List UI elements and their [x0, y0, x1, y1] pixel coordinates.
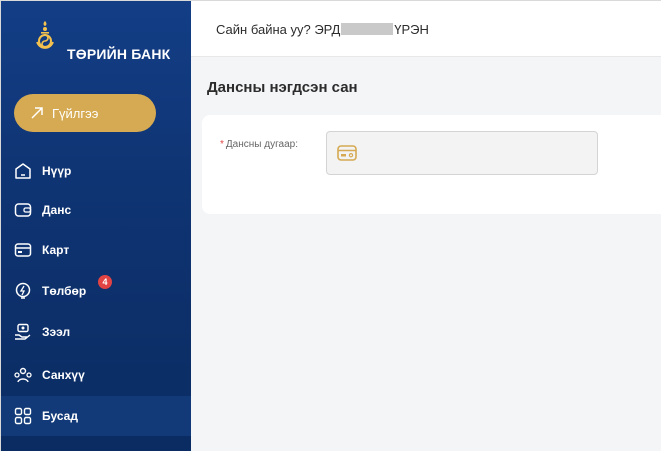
- sidebar-item-other[interactable]: Бусад: [1, 396, 191, 436]
- sidebar-item-payments[interactable]: Төлбөр 4: [1, 271, 191, 311]
- sidebar-item-label: Данс: [42, 203, 72, 217]
- lightbulb-icon: [15, 282, 31, 299]
- home-icon: [15, 163, 31, 179]
- sidebar-item-home[interactable]: Нүүр: [1, 151, 191, 191]
- topbar: Сайн байна уу? ЭРД ҮРЭН: [191, 1, 661, 57]
- sidebar-item-label: Зээл: [42, 325, 71, 339]
- greeting-prefix: Сайн байна уу? ЭРД: [216, 22, 341, 37]
- arrow-up-right-icon: [31, 107, 43, 119]
- redacted-name: [341, 23, 394, 35]
- account-number-label: * Дансны дугаар:: [220, 139, 298, 150]
- account-number-select[interactable]: [326, 131, 598, 175]
- notification-badge: 4: [98, 275, 112, 289]
- finance-users-icon: [14, 367, 32, 383]
- greeting-suffix: ҮРЭН: [394, 22, 429, 37]
- grid-icon: [14, 407, 32, 425]
- required-mark: *: [220, 139, 224, 150]
- sidebar-item-accounts[interactable]: Данс: [1, 190, 191, 230]
- soyombo-logo-icon: [36, 21, 54, 49]
- card-icon: [337, 145, 357, 161]
- page-title: Дансны нэгдсэн сан: [207, 79, 358, 96]
- transfer-button[interactable]: Гүйлгээ: [14, 94, 156, 132]
- sidebar-item-label: Төлбөр: [42, 284, 87, 298]
- brand-name: ТӨРИЙН БАНК: [67, 46, 171, 62]
- main-content: Сайн байна уу? ЭРД ҮРЭН Дансны нэгдсэн са…: [191, 1, 661, 451]
- card-icon: [14, 243, 32, 257]
- loan-icon: [15, 323, 31, 340]
- sidebar-item-label: Нүүр: [42, 164, 72, 178]
- sidebar-item-label: Бусад: [42, 409, 78, 423]
- account-number-label-text: Дансны дугаар:: [225, 139, 298, 150]
- transfer-button-label: Гүйлгээ: [52, 105, 99, 121]
- sidebar-item-finance[interactable]: Санхүү: [1, 355, 191, 395]
- sidebar: ТӨРИЙН БАНК Гүйлгээ Нүүр Данс Карт Төлбө…: [1, 1, 191, 451]
- sidebar-item-label: Санхүү: [42, 368, 85, 382]
- sidebar-item-loans[interactable]: Зээл: [1, 312, 191, 352]
- sidebar-item-cards[interactable]: Карт: [1, 230, 191, 270]
- account-form-card: * Дансны дугаар:: [202, 115, 661, 214]
- sidebar-item-label: Карт: [42, 243, 70, 257]
- brand[interactable]: ТӨРИЙН БАНК: [1, 1, 191, 79]
- wallet-icon: [14, 203, 32, 217]
- user-greeting: Сайн байна уу? ЭРД ҮРЭН: [216, 22, 429, 37]
